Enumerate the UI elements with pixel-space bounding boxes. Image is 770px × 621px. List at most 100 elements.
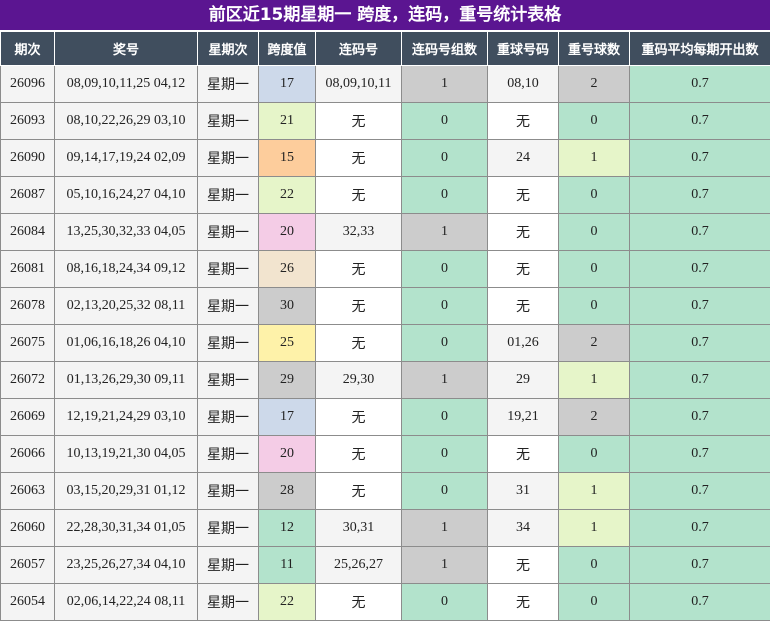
cell-repeat-count: 0: [559, 436, 630, 473]
cell-repeat-average: 0.7: [630, 473, 770, 510]
cell-weekday: 星期一: [198, 399, 259, 436]
cell-consecutive: 08,09,10,11: [316, 66, 402, 103]
cell-weekday: 星期一: [198, 325, 259, 362]
cell-numbers: 10,13,19,21,30 04,05: [55, 436, 198, 473]
header-row: 期次 奖号 星期次 跨度值 连码号 连码号组数 重球号码 重号球数 重码平均每期…: [1, 32, 770, 66]
cell-repeat-average: 0.7: [630, 510, 770, 547]
cell-span: 12: [259, 510, 316, 547]
cell-span: 20: [259, 436, 316, 473]
cell-consecutive-groups: 0: [402, 140, 488, 177]
cell-repeat-average: 0.7: [630, 436, 770, 473]
cell-repeat-numbers: 无: [488, 177, 559, 214]
cell-issue: 26054: [1, 584, 55, 621]
table-row: 2608705,10,16,24,27 04,10星期一22无0无00.7: [1, 177, 770, 214]
cell-repeat-numbers: 31: [488, 473, 559, 510]
cell-weekday: 星期一: [198, 103, 259, 140]
cell-repeat-count: 2: [559, 325, 630, 362]
cell-repeat-average: 0.7: [630, 547, 770, 584]
cell-issue: 26066: [1, 436, 55, 473]
cell-repeat-count: 2: [559, 399, 630, 436]
cell-issue: 26057: [1, 547, 55, 584]
cell-repeat-numbers: 无: [488, 288, 559, 325]
header-weekday: 星期次: [198, 32, 259, 66]
cell-issue: 26063: [1, 473, 55, 510]
table-row: 2605723,25,26,27,34 04,10星期一1125,26,271无…: [1, 547, 770, 584]
cell-issue: 26069: [1, 399, 55, 436]
cell-repeat-count: 0: [559, 214, 630, 251]
cell-repeat-average: 0.7: [630, 103, 770, 140]
cell-weekday: 星期一: [198, 66, 259, 103]
cell-weekday: 星期一: [198, 547, 259, 584]
cell-repeat-count: 2: [559, 66, 630, 103]
cell-consecutive: 无: [316, 177, 402, 214]
cell-consecutive-groups: 0: [402, 584, 488, 621]
cell-consecutive-groups: 0: [402, 251, 488, 288]
cell-numbers: 01,06,16,18,26 04,10: [55, 325, 198, 362]
table-row: 2607501,06,16,18,26 04,10星期一25无001,2620.…: [1, 325, 770, 362]
cell-repeat-count: 0: [559, 177, 630, 214]
cell-repeat-average: 0.7: [630, 399, 770, 436]
cell-weekday: 星期一: [198, 251, 259, 288]
cell-repeat-numbers: 08,10: [488, 66, 559, 103]
cell-weekday: 星期一: [198, 436, 259, 473]
cell-repeat-count: 0: [559, 251, 630, 288]
cell-repeat-count: 1: [559, 362, 630, 399]
cell-issue: 26096: [1, 66, 55, 103]
cell-issue: 26072: [1, 362, 55, 399]
cell-repeat-count: 1: [559, 140, 630, 177]
cell-repeat-average: 0.7: [630, 325, 770, 362]
cell-weekday: 星期一: [198, 140, 259, 177]
cell-consecutive-groups: 1: [402, 66, 488, 103]
table-row: 2609308,10,22,26,29 03,10星期一21无0无00.7: [1, 103, 770, 140]
cell-consecutive-groups: 0: [402, 288, 488, 325]
cell-consecutive: 25,26,27: [316, 547, 402, 584]
cell-span: 22: [259, 177, 316, 214]
cell-weekday: 星期一: [198, 510, 259, 547]
cell-repeat-numbers: 29: [488, 362, 559, 399]
cell-numbers: 09,14,17,19,24 02,09: [55, 140, 198, 177]
cell-issue: 26087: [1, 177, 55, 214]
table-row: 2606022,28,30,31,34 01,05星期一1230,3113410…: [1, 510, 770, 547]
cell-repeat-average: 0.7: [630, 214, 770, 251]
table-row: 2608413,25,30,32,33 04,05星期一2032,331无00.…: [1, 214, 770, 251]
cell-repeat-numbers: 无: [488, 584, 559, 621]
table-row: 2605402,06,14,22,24 08,11星期一22无0无00.7: [1, 584, 770, 621]
cell-weekday: 星期一: [198, 288, 259, 325]
cell-consecutive: 无: [316, 436, 402, 473]
cell-numbers: 13,25,30,32,33 04,05: [55, 214, 198, 251]
cell-repeat-average: 0.7: [630, 140, 770, 177]
table-row: 2609009,14,17,19,24 02,09星期一15无02410.7: [1, 140, 770, 177]
table-row: 2606303,15,20,29,31 01,12星期一28无03110.7: [1, 473, 770, 510]
table-title: 前区近15期星期一 跨度，连码，重号统计表格: [0, 0, 770, 31]
cell-consecutive: 无: [316, 399, 402, 436]
cell-issue: 26060: [1, 510, 55, 547]
cell-consecutive-groups: 0: [402, 177, 488, 214]
cell-repeat-numbers: 无: [488, 547, 559, 584]
cell-span: 21: [259, 103, 316, 140]
header-repeat-count: 重号球数: [559, 32, 630, 66]
cell-numbers: 23,25,26,27,34 04,10: [55, 547, 198, 584]
cell-numbers: 08,10,22,26,29 03,10: [55, 103, 198, 140]
table-row: 2608108,16,18,24,34 09,12星期一26无0无00.7: [1, 251, 770, 288]
cell-repeat-count: 0: [559, 584, 630, 621]
cell-span: 17: [259, 399, 316, 436]
cell-issue: 26078: [1, 288, 55, 325]
header-repeat-average: 重码平均每期开出数: [630, 32, 770, 66]
header-repeat-numbers: 重球号码: [488, 32, 559, 66]
cell-issue: 26075: [1, 325, 55, 362]
cell-repeat-average: 0.7: [630, 177, 770, 214]
cell-span: 26: [259, 251, 316, 288]
cell-numbers: 22,28,30,31,34 01,05: [55, 510, 198, 547]
cell-repeat-numbers: 24: [488, 140, 559, 177]
table-row: 2607201,13,26,29,30 09,11星期一2929,3012910…: [1, 362, 770, 399]
cell-span: 29: [259, 362, 316, 399]
cell-consecutive: 32,33: [316, 214, 402, 251]
cell-consecutive-groups: 1: [402, 214, 488, 251]
cell-repeat-numbers: 无: [488, 103, 559, 140]
cell-consecutive-groups: 0: [402, 325, 488, 362]
cell-weekday: 星期一: [198, 473, 259, 510]
cell-consecutive: 无: [316, 473, 402, 510]
lottery-stats-sheet: 前区近15期星期一 跨度，连码，重号统计表格 期次 奖号 星期次 跨度值 连码号…: [0, 0, 770, 621]
cell-issue: 26090: [1, 140, 55, 177]
cell-repeat-numbers: 01,26: [488, 325, 559, 362]
